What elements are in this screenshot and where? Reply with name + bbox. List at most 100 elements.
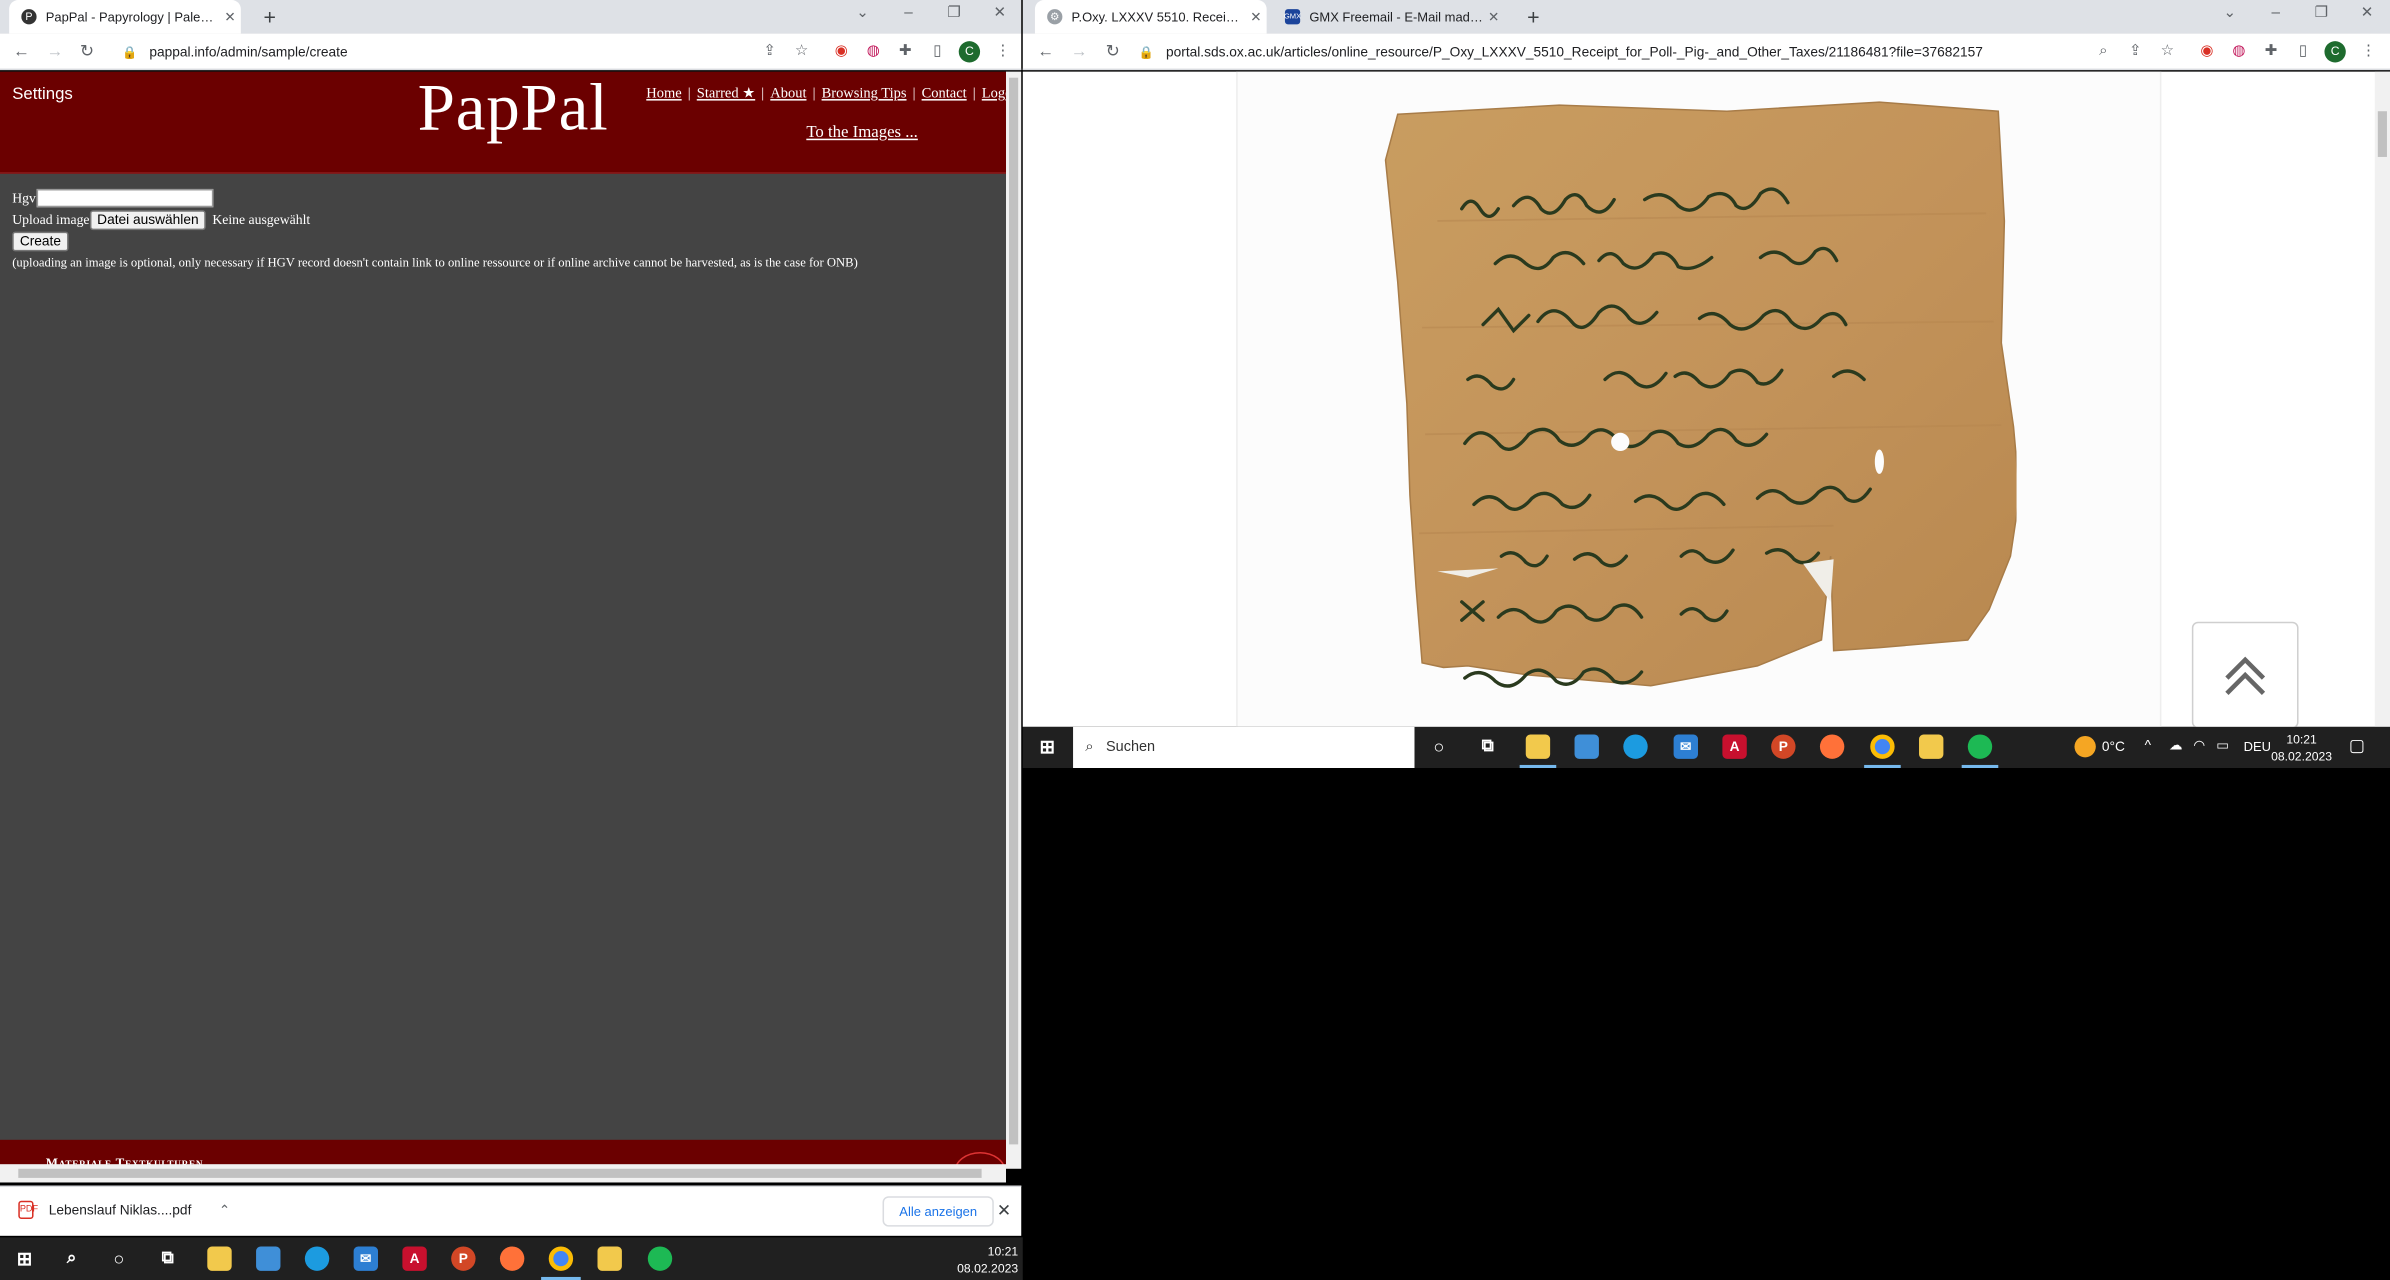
side-panel-icon[interactable]: ▯ — [927, 41, 948, 62]
tab-search-icon[interactable]: ⌄ — [851, 5, 875, 22]
back-icon[interactable]: ← — [11, 41, 32, 62]
nav-starred[interactable]: Starred ★ — [697, 87, 755, 102]
back-icon[interactable]: ← — [1035, 41, 1056, 62]
forward-icon[interactable]: → — [1068, 41, 1089, 62]
chevron-up-icon[interactable]: ⌃ — [219, 1202, 231, 1219]
windows-start-icon[interactable]: ⊞ — [1035, 734, 1059, 758]
side-panel-icon[interactable]: ▯ — [2292, 41, 2313, 62]
acrobat-icon[interactable]: A — [402, 1246, 427, 1271]
reload-icon[interactable]: ↻ — [1102, 41, 1123, 62]
close-download-bar-icon[interactable]: ✕ — [997, 1201, 1011, 1220]
new-tab-icon[interactable]: + — [258, 5, 282, 29]
to-images-link[interactable]: To the Images ... — [806, 123, 918, 141]
hgv-input[interactable] — [35, 188, 213, 208]
battery-icon[interactable]: ▭ — [2216, 738, 2229, 755]
left-vertical-scrollbar[interactable] — [1005, 71, 1022, 1169]
mail-icon[interactable]: ✉ — [1673, 734, 1698, 759]
windows-start-icon[interactable]: ⊞ — [12, 1246, 36, 1270]
new-tab-icon[interactable]: + — [1521, 5, 1545, 29]
powerpoint-icon[interactable]: P — [451, 1246, 476, 1271]
extension-pink-icon[interactable]: ◍ — [2228, 41, 2249, 62]
nav-home[interactable]: Home — [646, 87, 681, 102]
choose-file-button[interactable]: Datei auswählen — [89, 209, 207, 230]
address-bar[interactable]: 🔒 pappal.info/admin/sample/create — [122, 37, 747, 67]
extension-red-icon[interactable]: ◉ — [2196, 41, 2217, 62]
share-icon[interactable]: ⇪ — [759, 41, 780, 62]
store-icon[interactable] — [1574, 734, 1599, 759]
tab-gmx[interactable]: GMX GMX Freemail - E-Mail made in G ✕ — [1273, 0, 1505, 34]
menu-dots-icon[interactable]: ⋮ — [2358, 41, 2379, 62]
left-horizontal-scrollbar[interactable] — [0, 1164, 1006, 1183]
task-view-icon[interactable]: ⧉ — [1475, 734, 1499, 758]
restore-icon[interactable]: ❐ — [942, 5, 966, 22]
profile-avatar[interactable]: C — [2324, 41, 2346, 63]
zoom-icon[interactable]: ⌕ — [2093, 41, 2114, 62]
spotify-icon[interactable] — [1967, 734, 1993, 759]
left-clock[interactable]: 10:21 08.02.2023 — [939, 1243, 1018, 1277]
cortana-icon[interactable]: ○ — [107, 1246, 131, 1270]
notification-icon[interactable]: ▢ — [2349, 736, 2365, 756]
bookmark-star-icon[interactable]: ☆ — [2157, 41, 2178, 62]
right-clock[interactable]: 10:21 08.02.2023 — [2270, 731, 2334, 765]
store-icon[interactable] — [256, 1246, 281, 1271]
chrome-icon[interactable] — [1870, 734, 1895, 759]
forward-icon[interactable]: → — [44, 41, 65, 62]
input-language[interactable]: DEU — [2244, 739, 2271, 754]
weather-icon[interactable] — [2074, 736, 2096, 758]
task-view-icon[interactable]: ⧉ — [155, 1246, 179, 1270]
minimize-icon[interactable]: – — [2263, 5, 2287, 22]
window-close-icon[interactable]: ✕ — [988, 5, 1012, 22]
explorer-pinned-icon[interactable] — [1919, 734, 1944, 759]
edge-icon[interactable] — [304, 1246, 330, 1271]
file-explorer-icon[interactable] — [207, 1246, 232, 1271]
close-icon[interactable]: ✕ — [219, 8, 240, 25]
taskbar-search-box[interactable]: ⌕ Suchen — [1073, 726, 1415, 769]
share-icon[interactable]: ⇪ — [2125, 41, 2146, 62]
download-item[interactable]: PDF Lebenslauf Niklas....pdf ⌃ — [18, 1200, 231, 1220]
create-button[interactable]: Create — [12, 230, 69, 251]
acrobat-icon[interactable]: A — [1722, 734, 1747, 759]
close-icon[interactable]: ✕ — [1245, 8, 1266, 25]
reload-icon[interactable]: ↻ — [76, 41, 97, 62]
cortana-icon[interactable]: ○ — [1427, 734, 1451, 758]
firefox-icon[interactable] — [1819, 734, 1845, 759]
address-bar[interactable]: 🔒 portal.sds.ox.ac.uk/articles/online_re… — [1139, 37, 2084, 67]
extensions-puzzle-icon[interactable]: ✚ — [2260, 41, 2281, 62]
wifi-icon[interactable]: ◠ — [2193, 738, 2205, 755]
nav-logout[interactable]: Logout — [982, 87, 1006, 102]
scroll-thumb[interactable] — [2377, 111, 2387, 157]
h-scroll-thumb[interactable] — [18, 1168, 982, 1178]
tab-poxy[interactable]: ⚙ P.Oxy. LXXXV 5510. Receipt for P ✕ — [1034, 0, 1267, 34]
tab-pappal[interactable]: P PapPal - Papyrology | Paleograph ✕ — [9, 0, 241, 34]
restore-icon[interactable]: ❐ — [2309, 5, 2333, 22]
settings-link[interactable]: Settings — [12, 85, 73, 103]
file-explorer-icon[interactable] — [1525, 734, 1551, 759]
scroll-to-top-button[interactable] — [2191, 621, 2299, 727]
show-all-button[interactable]: Alle anzeigen — [882, 1196, 994, 1227]
extensions-puzzle-icon[interactable]: ✚ — [895, 41, 916, 62]
bookmark-star-icon[interactable]: ☆ — [791, 41, 812, 62]
right-vertical-scrollbar[interactable] — [2374, 71, 2390, 727]
mail-icon[interactable]: ✉ — [353, 1246, 379, 1271]
menu-dots-icon[interactable]: ⋮ — [992, 41, 1013, 62]
explorer-pinned-icon[interactable] — [597, 1246, 622, 1271]
nav-browsing-tips[interactable]: Browsing Tips — [822, 87, 907, 102]
window-close-icon[interactable]: ✕ — [2355, 5, 2379, 22]
minimize-icon[interactable]: – — [896, 5, 920, 22]
close-icon[interactable]: ✕ — [1483, 8, 1504, 25]
tray-chevron-up-icon[interactable]: ^ — [2145, 738, 2151, 753]
chrome-icon[interactable] — [548, 1246, 574, 1271]
extension-red-icon[interactable]: ◉ — [831, 41, 852, 62]
search-icon[interactable]: ⌕ — [59, 1246, 83, 1270]
powerpoint-icon[interactable]: P — [1771, 734, 1796, 759]
scroll-thumb[interactable] — [1009, 77, 1019, 1145]
extension-pink-icon[interactable]: ◍ — [863, 41, 884, 62]
tab-search-icon[interactable]: ⌄ — [2218, 5, 2242, 22]
pappal-logo[interactable]: PapPal — [418, 72, 609, 147]
weather-temp[interactable]: 0°C — [2102, 739, 2125, 754]
firefox-icon[interactable] — [499, 1246, 525, 1271]
profile-avatar[interactable]: C — [958, 41, 981, 63]
edge-icon[interactable] — [1623, 734, 1648, 759]
spotify-icon[interactable] — [647, 1246, 673, 1271]
nav-about[interactable]: About — [770, 87, 806, 102]
